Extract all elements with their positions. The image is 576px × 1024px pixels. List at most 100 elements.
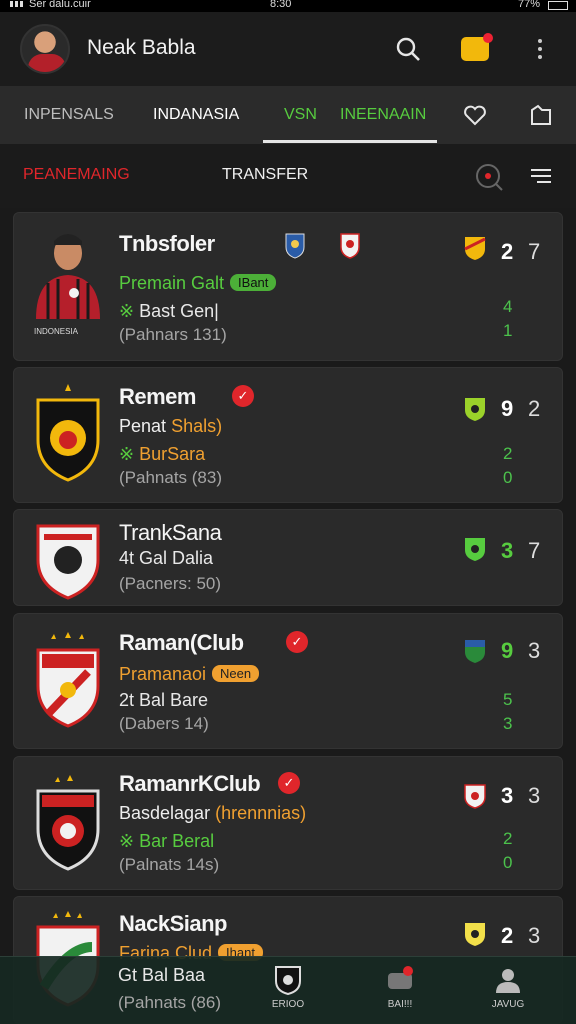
shield-badge-icon: [464, 235, 486, 260]
score-home: 2: [501, 923, 514, 948]
card-name: Raman(Club: [119, 630, 244, 655]
nav-item-bai[interactable]: BAI!!!: [370, 965, 430, 1010]
score-away: 7: [528, 239, 541, 264]
card-subtitle: Pramanaoi Neen: [119, 664, 260, 685]
person-icon: [493, 965, 523, 995]
verified-check-icon: ✓: [286, 631, 308, 653]
tab-vsn[interactable]: VSN: [284, 86, 317, 144]
tab-bar: INPENSALS INDANASIA VSN INEENAAIN: [0, 86, 576, 144]
sub-tab-bar: PEANEMAING TRANSFER: [0, 144, 576, 208]
card-name: Remem: [119, 384, 196, 409]
card-name: Tnbsfoler: [119, 231, 215, 256]
card-name: TrankSana: [119, 520, 222, 545]
score-home: 9: [501, 638, 514, 663]
stat-value: 1: [503, 321, 513, 340]
score-home: 3: [501, 538, 514, 563]
nav-label: BAI!!!: [387, 999, 413, 1010]
chat-icon: [385, 965, 415, 995]
tag-badge: Neen: [212, 665, 260, 682]
list-item[interactable]: TrankSana 4t Gal Dalia (Pacners: 50) 3 7: [13, 509, 563, 606]
card-detail: Gt Bal Baa: [118, 965, 206, 985]
stat-value: 5: [503, 690, 513, 709]
club-logo: [34, 382, 102, 482]
score-away: 7: [528, 538, 541, 563]
stat-value: 4: [503, 297, 513, 316]
heart-icon[interactable]: [462, 102, 488, 128]
filter-search-icon[interactable]: [474, 162, 504, 197]
card-subtitle: Premain Galt IBant: [119, 273, 277, 294]
stat-value: 2: [503, 444, 513, 463]
subtab-transfer[interactable]: TRANSFER: [222, 166, 308, 184]
menu-lines-icon[interactable]: [529, 164, 553, 193]
card-meta: (Palnats 14s): [119, 855, 220, 874]
shield-badge-icon: [464, 396, 486, 421]
tag-badge: IBant: [230, 274, 277, 291]
card-subtitle: Penat Shals): [119, 416, 223, 436]
card-subtitle: Basdelagar (hrennnias): [119, 803, 307, 823]
card-meta: (Pahnars 131): [119, 325, 227, 344]
nav-item-javug[interactable]: JAVUG: [478, 965, 538, 1010]
app-header: Neak Babla: [0, 12, 576, 86]
more-icon[interactable]: [525, 34, 555, 64]
club-logo: [34, 771, 102, 871]
tab-indanasia[interactable]: INDANASIA: [153, 86, 239, 144]
bookmark-icon[interactable]: [528, 102, 554, 128]
tab-ineenaain[interactable]: INEENAAIN: [340, 86, 426, 144]
leaf-icon: ※: [119, 831, 140, 851]
shield-badge-icon: [464, 783, 486, 809]
notification-icon[interactable]: [460, 33, 493, 64]
card-meta: (Dabers 14): [119, 714, 209, 733]
score-home: 3: [501, 783, 514, 808]
card-detail: 4t Gal Dalia: [119, 548, 214, 568]
nav-label: JAVUG: [491, 999, 525, 1010]
verified-check-icon: ✓: [278, 772, 300, 794]
tab-underline: [263, 140, 437, 143]
subtab-peanemaing[interactable]: PEANEMAING: [23, 166, 130, 184]
shield-badge-icon: [464, 536, 486, 561]
bottom-nav: Gt Bal Baa (Pahnats (86) ERIOO BAI!!! JA…: [0, 956, 576, 1024]
club-crest-icon: [284, 231, 306, 264]
list-item[interactable]: Remem ✓ Penat Shals) ※ BurSara (Pahnats …: [13, 367, 563, 503]
search-icon[interactable]: [393, 34, 423, 64]
score-away: 2: [528, 396, 541, 421]
list-item[interactable]: Raman(Club ✓ Pramanaoi Neen 2t Bal Bare (…: [13, 613, 563, 749]
card-name: NackSianp: [119, 911, 228, 936]
photo-caption: INDONESIA: [34, 327, 79, 336]
score-home: 9: [501, 396, 514, 421]
verified-check-icon: ✓: [232, 385, 254, 407]
score-away: 3: [528, 783, 541, 808]
stat-value: 3: [503, 714, 513, 733]
score-away: 3: [528, 638, 541, 663]
card-meta: (Pahnats (86): [118, 993, 221, 1012]
list-item[interactable]: RamanrKClub ✓ Basdelagar (hrennnias) ※ B…: [13, 756, 563, 890]
list-item[interactable]: INDONESIA Tnbsfoler Premain Galt IBant ※ …: [13, 212, 563, 361]
leaf-icon: ※: [119, 301, 140, 321]
clock: 8:30: [270, 0, 292, 10]
tab-inpensals[interactable]: INPENSALS: [24, 86, 114, 144]
shield-badge-icon: [464, 638, 486, 663]
shield-badge-icon: [464, 921, 486, 946]
battery-text: 77%: [517, 0, 540, 10]
score-home: 2: [501, 239, 514, 264]
signal-icon: [10, 1, 23, 7]
card-detail: ※ Bar Beral: [119, 831, 215, 851]
shield-icon: [273, 965, 303, 996]
card-meta: (Pacners: 50): [119, 574, 222, 593]
nav-label: ERIOO: [271, 999, 305, 1010]
card-detail: ※ BurSara: [119, 444, 206, 464]
carrier-text: Ser dalu.cuir: [29, 0, 91, 10]
leaf-icon: ※: [119, 444, 140, 464]
score-away: 3: [528, 923, 541, 948]
club-logo: [34, 628, 102, 728]
avatar[interactable]: [20, 24, 70, 74]
status-bar: Ser dalu.cuir 8:30 77%: [0, 0, 576, 12]
stat-value: 0: [503, 853, 513, 872]
club-logo: [34, 520, 102, 600]
nav-item-erioo[interactable]: ERIOO: [258, 965, 318, 1010]
card-detail: 2t Bal Bare: [119, 690, 209, 710]
page-title: Neak Babla: [87, 36, 196, 59]
club-crest-icon: [339, 231, 361, 264]
battery-icon: [548, 1, 568, 10]
card-meta: (Pahnats (83): [119, 468, 222, 487]
stat-value: 2: [503, 829, 513, 848]
